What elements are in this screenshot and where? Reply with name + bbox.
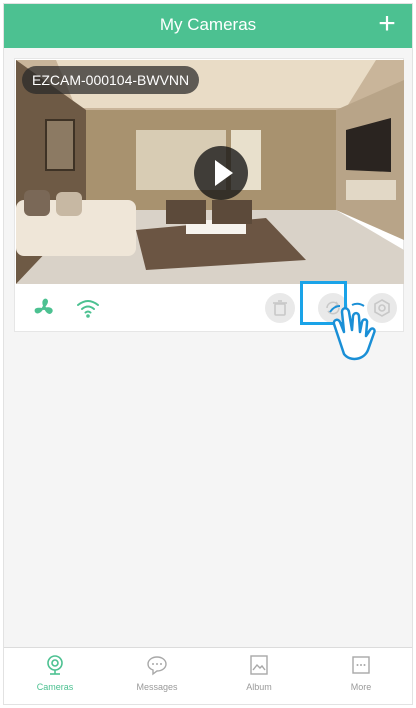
tab-label: Album bbox=[246, 682, 272, 692]
trash-icon bbox=[273, 300, 287, 316]
fan-icon bbox=[34, 298, 53, 314]
add-camera-button[interactable]: + bbox=[372, 7, 402, 40]
page-title: My Cameras bbox=[159, 15, 257, 34]
chat-icon bbox=[147, 656, 167, 676]
pointing-hand-icon bbox=[329, 302, 376, 361]
app-screen: My Cameras + EZCAM-000104-BWVNN Cameras … bbox=[3, 3, 413, 705]
camera-icon bbox=[47, 655, 63, 675]
tab-messages[interactable]: Messages bbox=[106, 648, 208, 704]
camera-name-label: EZCAM-000104-BWVNN bbox=[22, 66, 200, 94]
tab-more[interactable]: More bbox=[310, 648, 412, 704]
tab-label: Messages bbox=[136, 682, 178, 692]
more-icon bbox=[352, 656, 370, 674]
camera-thumbnail[interactable]: EZCAM-000104-BWVNN bbox=[16, 60, 404, 284]
delete-button[interactable] bbox=[265, 293, 295, 323]
bottom-tab-bar: Cameras Messages Album More bbox=[4, 647, 412, 704]
wifi-icon bbox=[77, 300, 99, 318]
tab-label: More bbox=[350, 682, 372, 692]
image-icon bbox=[250, 655, 268, 675]
tab-album[interactable]: Album bbox=[208, 648, 310, 704]
tab-label: Cameras bbox=[36, 682, 74, 692]
play-button[interactable] bbox=[194, 146, 248, 200]
plus-icon: + bbox=[378, 7, 396, 40]
tab-cameras[interactable]: Cameras bbox=[4, 648, 106, 704]
header-bar: My Cameras + bbox=[4, 4, 412, 48]
